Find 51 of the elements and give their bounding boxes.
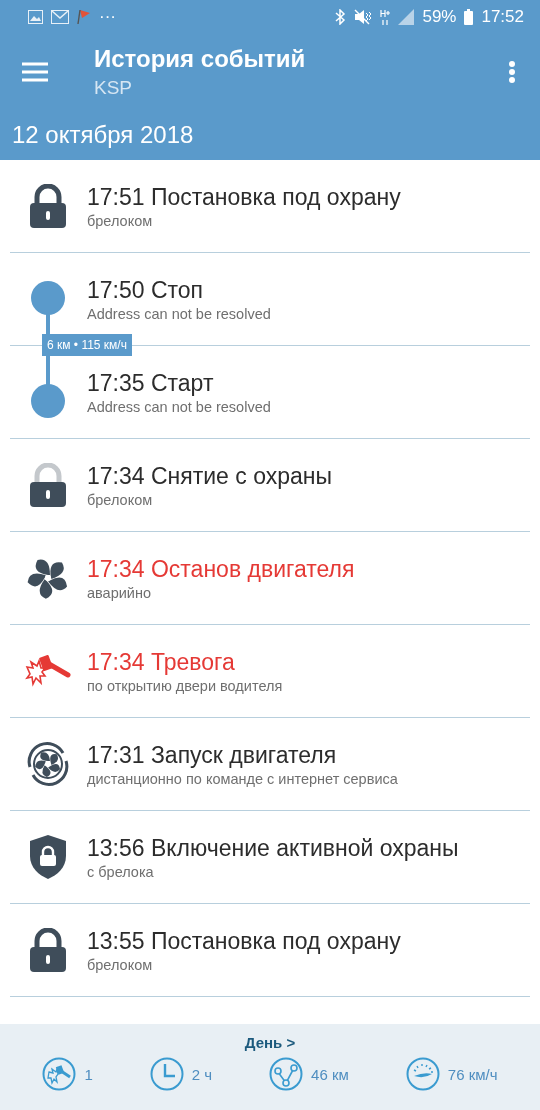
hammer-icon — [24, 653, 72, 689]
period-link[interactable]: День > — [244, 1034, 296, 1051]
bluetooth-icon — [334, 9, 347, 25]
event-detail: брелоком — [87, 491, 154, 508]
fan-icon — [27, 557, 69, 599]
clock-time: 17:52 — [481, 7, 524, 27]
open-padlock-icon — [28, 463, 68, 507]
clock-icon — [149, 1057, 184, 1091]
event-title: 17:34 Тревога — [87, 648, 236, 676]
event-detail: Address can not be resolved — [87, 305, 271, 322]
stat-value: 2 ч — [191, 1065, 213, 1083]
image-icon — [28, 10, 43, 24]
battery-percent: 59% — [422, 7, 457, 27]
event-detail: брелоком — [87, 212, 154, 229]
event-title: 17:34 Снятие с охраны — [87, 462, 332, 490]
more-icon — [509, 61, 515, 83]
event-detail: брелоком — [87, 956, 154, 973]
stat-value: 76 км/ч — [447, 1065, 498, 1083]
network-icon — [380, 9, 391, 25]
mute-icon — [354, 9, 373, 25]
flag-icon — [77, 9, 91, 25]
speedometer-icon — [405, 1057, 440, 1091]
trip-summary-label: 6 км • 115 км/ч — [42, 334, 132, 356]
route-icon — [269, 1057, 304, 1091]
stat-value: 1 — [84, 1065, 93, 1083]
event-title: 17:35 Старт — [87, 369, 215, 397]
mail-icon — [51, 10, 69, 24]
event-title: 13:56 Включение активной охраны — [87, 834, 459, 862]
event-detail: дистанционно по команде с интернет сервиса — [87, 770, 398, 787]
padlock-icon — [28, 184, 68, 228]
battery-icon — [464, 9, 474, 25]
date-header: 12 октября 2018 — [12, 121, 194, 149]
event-title: 17:51 Постановка под охрану — [87, 183, 401, 211]
hammer-icon — [42, 1057, 77, 1091]
event-detail: аварийно — [87, 584, 152, 601]
event-detail: Address can not be resolved — [87, 398, 271, 415]
screen-subtitle: KSP — [94, 77, 134, 99]
screen-title: История событий — [94, 45, 307, 73]
event-title: 17:50 Стоп — [87, 276, 205, 304]
event-detail: по открытию двери водителя — [87, 677, 283, 694]
event-title: 17:31 Запуск двигателя — [87, 741, 338, 769]
fan-icon — [25, 741, 71, 787]
event-title: 13:55 Постановка под охрану — [87, 927, 401, 955]
menu-icon — [22, 62, 48, 82]
signal-icon — [398, 9, 415, 25]
padlock-icon — [28, 928, 68, 972]
stat-value: 46 км — [311, 1065, 349, 1083]
event-title: 17:34 Останов двигателя — [87, 555, 355, 583]
shield-lock-icon — [29, 834, 67, 880]
event-detail: с брелока — [87, 863, 155, 880]
more-notifications: ··· — [99, 7, 116, 27]
